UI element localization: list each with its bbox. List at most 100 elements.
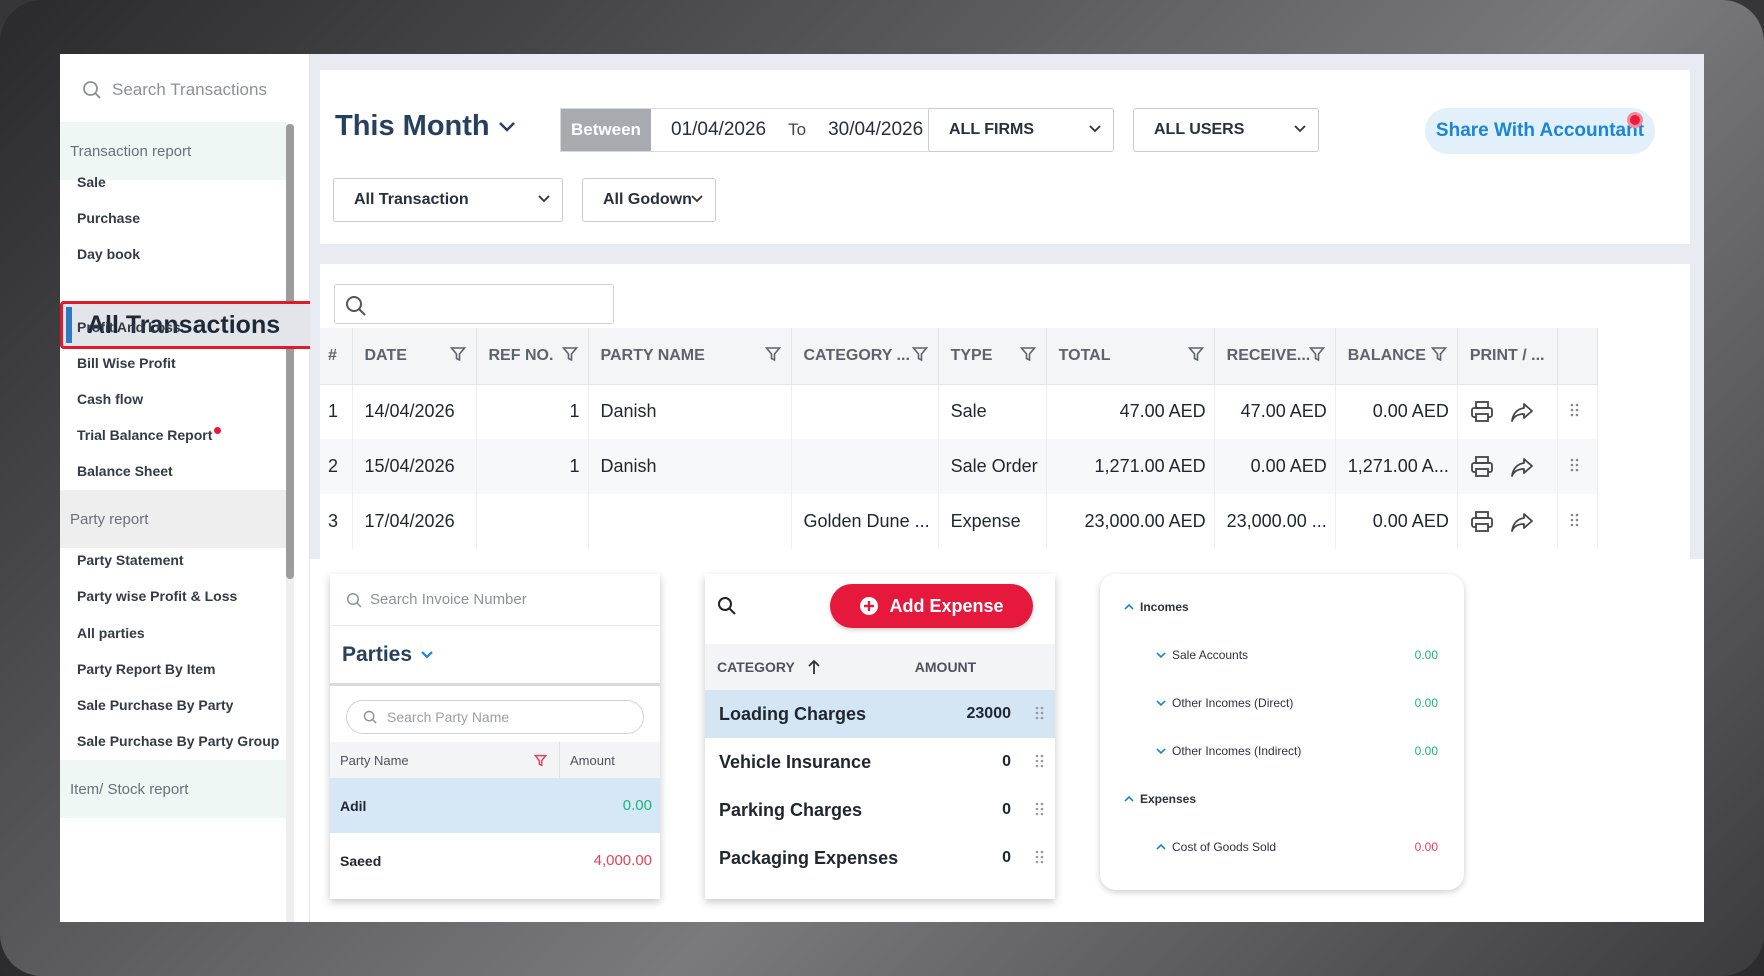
sidebar-item-sale[interactable]: Sale xyxy=(77,174,106,190)
filter-icon[interactable] xyxy=(1430,346,1447,362)
col-category[interactable]: CATEGORY ... xyxy=(791,328,939,385)
col-date[interactable]: DATE xyxy=(352,328,477,385)
share-with-accountant-button[interactable]: Share With Accountant xyxy=(1425,108,1655,154)
drag-handle-icon[interactable] xyxy=(1570,403,1580,417)
to-date-input[interactable]: 30/04/2026 xyxy=(828,119,923,141)
firms-dropdown[interactable]: ALL FIRMS xyxy=(928,108,1114,152)
cell-actions xyxy=(1457,384,1558,439)
sidebar-item-sale-purchase-by-party[interactable]: Sale Purchase By Party xyxy=(77,697,233,713)
filter-icon[interactable] xyxy=(764,346,781,362)
trial-balance-label: Trial Balance Report xyxy=(77,427,213,443)
users-dropdown[interactable]: ALL USERS xyxy=(1133,108,1319,152)
sidebar-search[interactable]: Search Transactions xyxy=(82,76,267,104)
cell-drag[interactable] xyxy=(1557,494,1598,549)
add-expense-button[interactable]: Add Expense xyxy=(830,584,1033,628)
party-search-input[interactable]: Search Party Name xyxy=(346,700,644,734)
drag-handle-icon[interactable] xyxy=(1035,754,1045,768)
tree-cost-of-goods-sold[interactable]: Cost of Goods Sold xyxy=(1156,840,1276,854)
sidebar-item-all-parties[interactable]: All parties xyxy=(77,625,145,641)
section-item-stock-report[interactable]: Item/ Stock report xyxy=(60,760,286,818)
search-icon[interactable] xyxy=(717,596,737,616)
sidebar-item-day-book[interactable]: Day book xyxy=(77,246,140,262)
col-received[interactable]: RECEIVE... xyxy=(1214,328,1336,385)
col-type[interactable]: TYPE xyxy=(938,328,1047,385)
table-search-input[interactable] xyxy=(334,284,614,324)
drag-handle-icon[interactable] xyxy=(1035,850,1045,864)
sidebar-item-party-report-by-item[interactable]: Party Report By Item xyxy=(77,661,215,677)
cell-drag[interactable] xyxy=(1557,384,1598,439)
invoice-search-input[interactable]: Search Invoice Number xyxy=(330,574,660,626)
col-total[interactable]: TOTAL xyxy=(1046,328,1215,385)
device-frame: Search Transactions Transaction report S… xyxy=(0,0,1764,976)
sidebar-item-balance-sheet[interactable]: Balance Sheet xyxy=(77,463,173,479)
filter-icon[interactable] xyxy=(561,346,578,362)
expense-row[interactable]: Parking Charges 0 xyxy=(705,786,1055,834)
sidebar-item-profit-and-loss[interactable]: Profit And Loss xyxy=(77,319,181,335)
filter-icon[interactable] xyxy=(534,754,547,767)
share-icon[interactable] xyxy=(1510,455,1534,479)
period-selector[interactable]: This Month xyxy=(335,110,516,143)
filter-icon[interactable] xyxy=(1308,346,1325,362)
expense-row[interactable]: Loading Charges 23000 xyxy=(705,690,1055,738)
section-transaction-report[interactable]: Transaction report xyxy=(60,122,286,180)
party-row[interactable]: Adil 0.00 xyxy=(330,778,660,833)
col-type-label: TYPE xyxy=(950,346,993,364)
filter-icon[interactable] xyxy=(1187,346,1204,362)
col-balance[interactable]: BALANCE xyxy=(1335,328,1458,385)
col-ref-no[interactable]: REF NO. xyxy=(476,328,589,385)
col-amount-label[interactable]: AMOUNT xyxy=(915,659,976,675)
table-row[interactable]: 2 15/04/2026 1 Danish Sale Order 1,271.0… xyxy=(320,439,1598,494)
filter-icon[interactable] xyxy=(911,346,928,362)
sidebar-item-bill-wise-profit[interactable]: Bill Wise Profit xyxy=(77,355,176,371)
chevron-down-icon xyxy=(1089,125,1101,133)
sidebar-item-party-wise-pl[interactable]: Party wise Profit & Loss xyxy=(77,588,237,604)
expense-row[interactable]: Vehicle Insurance 0 xyxy=(705,738,1055,786)
section-party-report[interactable]: Party report xyxy=(60,490,286,548)
period-label: This Month xyxy=(335,110,490,142)
col-party-name[interactable]: PARTY NAME xyxy=(588,328,792,385)
col-amount[interactable]: Amount xyxy=(560,742,615,778)
sidebar-item-party-statement[interactable]: Party Statement xyxy=(77,552,184,568)
filter-icon[interactable] xyxy=(449,346,466,362)
drag-handle-icon[interactable] xyxy=(1570,458,1580,472)
cell-ref: 1 xyxy=(476,439,589,494)
filter-icon[interactable] xyxy=(1019,346,1036,362)
sidebar-item-purchase[interactable]: Purchase xyxy=(77,210,140,226)
cell-actions xyxy=(1457,439,1558,494)
party-row[interactable]: Saeed 4,000.00 xyxy=(330,833,660,888)
cell-date: 15/04/2026 xyxy=(352,439,477,494)
cell-actions xyxy=(1457,494,1558,549)
drag-handle-icon[interactable] xyxy=(1035,706,1045,720)
table-row[interactable]: 3 17/04/2026 Golden Dune ... Expense 23,… xyxy=(320,494,1598,549)
print-icon[interactable] xyxy=(1470,400,1494,424)
tree-sale-accounts[interactable]: Sale Accounts xyxy=(1156,648,1248,662)
tree-incomes[interactable]: Incomes xyxy=(1124,600,1189,614)
expense-row[interactable]: Packaging Expenses 0 xyxy=(705,834,1055,882)
table-row[interactable]: 1 14/04/2026 1 Danish Sale 47.00 AED 47.… xyxy=(320,384,1598,439)
from-date-input[interactable]: 01/04/2026 xyxy=(671,119,766,141)
col-category-label[interactable]: CATEGORY xyxy=(717,659,795,675)
cell-balance: 1,271.00 A... xyxy=(1335,439,1458,494)
share-icon[interactable] xyxy=(1510,510,1534,534)
parties-title[interactable]: Parties xyxy=(330,626,660,686)
godown-value: All Godown xyxy=(603,191,692,208)
print-icon[interactable] xyxy=(1470,510,1494,534)
drag-handle-icon[interactable] xyxy=(1570,513,1580,527)
sidebar-item-sale-purchase-by-party-group[interactable]: Sale Purchase By Party Group xyxy=(77,733,279,749)
sidebar-item-trial-balance[interactable]: Trial Balance Report xyxy=(77,427,222,443)
sidebar-scrollbar-thumb[interactable] xyxy=(286,124,294,579)
tree-other-incomes-direct[interactable]: Other Incomes (Direct) xyxy=(1156,696,1293,710)
transaction-type-dropdown[interactable]: All Transaction xyxy=(333,178,563,222)
share-icon[interactable] xyxy=(1510,400,1534,424)
print-icon[interactable] xyxy=(1470,455,1494,479)
sort-arrow-up-icon[interactable] xyxy=(807,659,821,675)
sidebar-item-cash-flow[interactable]: Cash flow xyxy=(77,391,143,407)
tree-other-incomes-indirect[interactable]: Other Incomes (Indirect) xyxy=(1156,744,1301,758)
feature-preview-area: Search Invoice Number Parties Search Par… xyxy=(310,559,1704,922)
cell-drag[interactable] xyxy=(1557,439,1598,494)
col-party-name[interactable]: Party Name xyxy=(330,742,560,778)
godown-dropdown[interactable]: All Godown xyxy=(582,178,716,222)
cell-party: Danish xyxy=(588,384,792,439)
tree-expenses[interactable]: Expenses xyxy=(1124,792,1196,806)
drag-handle-icon[interactable] xyxy=(1035,802,1045,816)
